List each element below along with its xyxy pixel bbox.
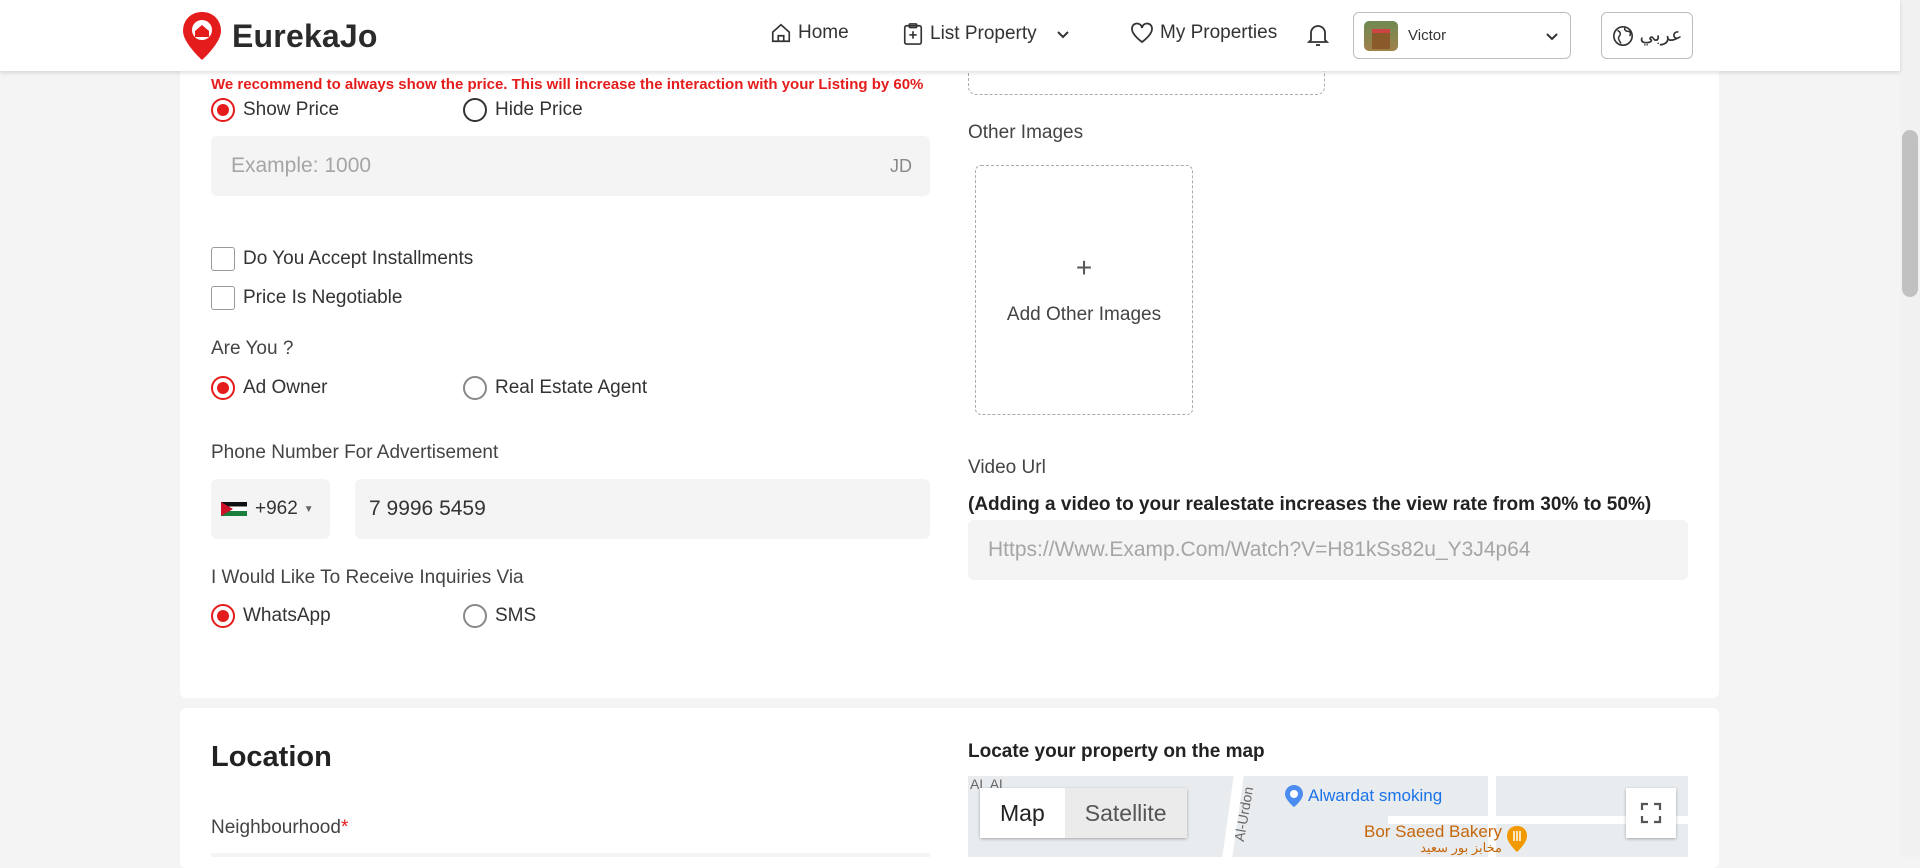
avatar — [1364, 20, 1398, 51]
hide-price-label: Hide Price — [495, 99, 583, 120]
caret-down-icon: ▼ — [303, 503, 314, 515]
home-icon — [771, 23, 791, 43]
real-estate-agent-radio[interactable]: Real Estate Agent — [463, 376, 647, 400]
nav-my-properties-label: My Properties — [1160, 22, 1278, 43]
page-scrollbar[interactable] — [1900, 0, 1920, 857]
radio-indicator — [211, 604, 235, 628]
radio-indicator — [463, 98, 487, 122]
nav-home-label: Home — [798, 22, 849, 43]
currency-suffix: JD — [890, 156, 912, 176]
negotiable-label: Price Is Negotiable — [243, 287, 403, 308]
poi-label: Bor Saeed Bakery — [1364, 822, 1502, 841]
phone-label: Phone Number For Advertisement — [211, 442, 499, 463]
ad-owner-label: Ad Owner — [243, 377, 328, 398]
checkbox-indicator — [211, 247, 235, 271]
whatsapp-label: WhatsApp — [243, 605, 331, 626]
brand-name: EurekaJo — [232, 17, 378, 54]
plus-icon: + — [1075, 252, 1093, 283]
top-navbar: EurekaJo Home List Property My Propertie… — [0, 0, 1900, 71]
ad-owner-radio[interactable]: Ad Owner — [211, 376, 327, 400]
logo-pin-icon — [183, 12, 221, 60]
sms-radio[interactable]: SMS — [463, 604, 536, 628]
radio-indicator — [211, 376, 235, 400]
map-title: Locate your property on the map — [968, 741, 1265, 762]
country-code-select[interactable]: +962 ▼ — [211, 479, 330, 539]
neighbourhood-label: Neighbourhood* — [211, 817, 348, 839]
phone-number-input[interactable] — [355, 479, 930, 539]
location-title: Location — [211, 741, 332, 773]
whatsapp-radio[interactable]: WhatsApp — [211, 604, 331, 628]
negotiable-checkbox[interactable]: Price Is Negotiable — [211, 286, 402, 310]
country-code-value: +962 — [255, 498, 298, 519]
other-images-label: Other Images — [968, 122, 1084, 143]
nav-list-property-label: List Property — [930, 23, 1037, 44]
video-hint: (Adding a video to your realestate incre… — [968, 494, 1652, 515]
map-fullscreen-button[interactable] — [1626, 788, 1676, 838]
installments-checkbox[interactable]: Do You Accept Installments — [211, 247, 473, 271]
nav-home[interactable]: Home — [770, 22, 849, 44]
add-other-images-label: Add Other Images — [1006, 304, 1162, 325]
real-estate-agent-label: Real Estate Agent — [495, 377, 648, 398]
user-menu-dropdown[interactable]: Victor — [1353, 12, 1571, 59]
video-url-input[interactable] — [968, 520, 1688, 580]
map-view-button[interactable]: Map — [980, 788, 1065, 838]
map-pin-icon — [1285, 785, 1303, 807]
price-warning: We recommend to always show the price. T… — [211, 76, 924, 93]
restaurant-pin-icon — [1506, 826, 1527, 852]
user-name: Victor — [1408, 27, 1447, 44]
map-poi-smoking[interactable]: Alwardat smoking — [1284, 784, 1442, 808]
map-poi-bakery[interactable]: Bor Saeed Bakery مخابز بور سعيد — [1364, 822, 1528, 856]
location-map[interactable]: AL AL Al-Urdon Map Satellite Alwardat sm… — [968, 776, 1688, 857]
role-label: Are You ? — [211, 338, 294, 359]
add-other-images-button[interactable]: + Add Other Images — [975, 165, 1193, 415]
inquiries-label: I Would Like To Receive Inquiries Via — [211, 567, 524, 588]
radio-indicator — [463, 376, 487, 400]
heart-icon — [1131, 22, 1153, 44]
chevron-down-icon — [1546, 32, 1558, 40]
video-url-label: Video Url — [968, 457, 1046, 478]
neighbourhood-select[interactable] — [211, 853, 930, 857]
nav-my-properties[interactable]: My Properties — [1130, 22, 1277, 44]
show-price-radio[interactable]: Show Price — [211, 98, 339, 122]
price-input[interactable] — [211, 136, 930, 196]
radio-indicator — [463, 604, 487, 628]
bell-icon — [1307, 25, 1329, 46]
notifications-button[interactable] — [1307, 22, 1335, 48]
language-label: عربي — [1639, 25, 1683, 46]
brand-logo[interactable]: EurekaJo — [180, 10, 378, 62]
checkbox-indicator — [211, 286, 235, 310]
nav-list-property[interactable]: List Property — [902, 22, 1077, 46]
hide-price-radio[interactable]: Hide Price — [463, 98, 583, 122]
jordan-flag-icon — [221, 502, 247, 516]
neighbourhood-label-text: Neighbourhood — [211, 817, 341, 838]
globe-icon — [1612, 25, 1633, 46]
poi-label: Alwardat smoking — [1308, 786, 1443, 805]
sms-label: SMS — [495, 605, 537, 626]
clipboard-plus-icon — [903, 23, 923, 45]
chevron-down-icon — [1056, 31, 1069, 39]
radio-indicator — [211, 98, 235, 122]
map-type-toggle: Map Satellite — [980, 788, 1187, 838]
scrollbar-thumb[interactable] — [1902, 130, 1918, 297]
language-switch-button[interactable]: عربي — [1601, 12, 1693, 59]
required-mark: * — [340, 817, 349, 838]
satellite-view-button[interactable]: Satellite — [1064, 788, 1187, 838]
show-price-label: Show Price — [243, 99, 340, 120]
poi-label-ar: مخابز بور سعيد — [1420, 840, 1502, 855]
installments-label: Do You Accept Installments — [243, 248, 474, 269]
fullscreen-icon — [1640, 802, 1662, 824]
